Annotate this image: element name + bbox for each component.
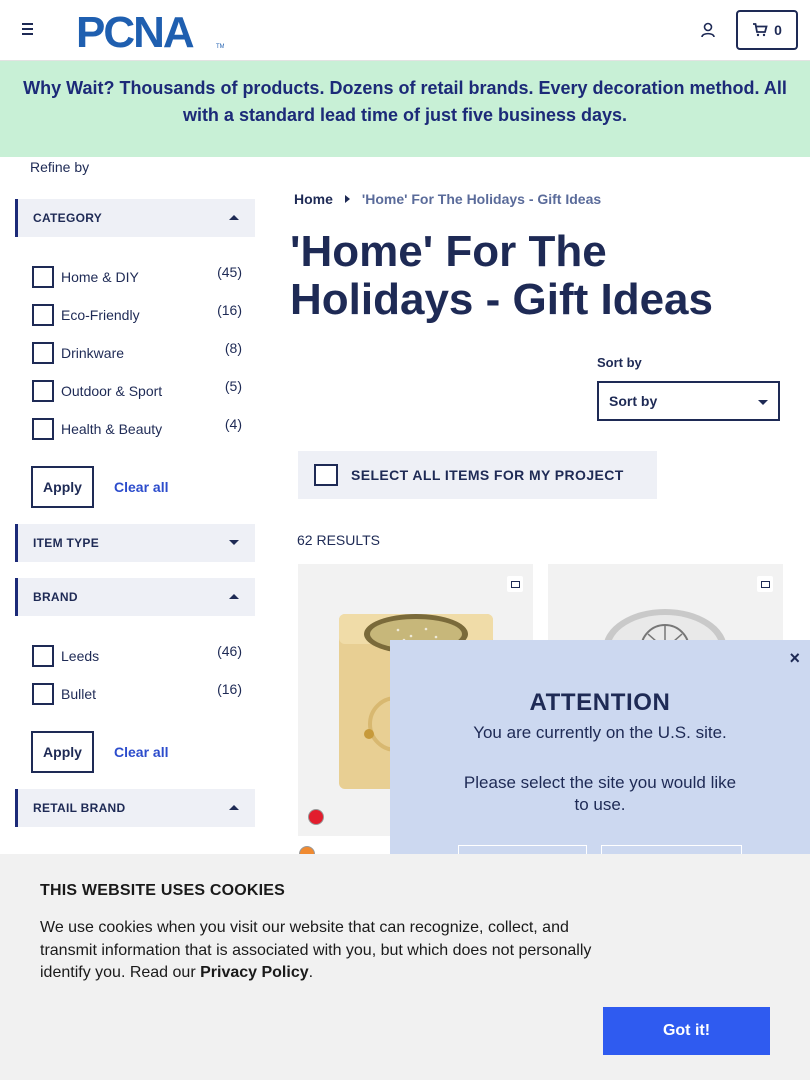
svg-text:PCNA: PCNA bbox=[76, 10, 194, 50]
cookie-title: THIS WEBSITE USES COOKIES bbox=[40, 882, 286, 899]
privacy-policy-link[interactable]: Privacy Policy bbox=[200, 964, 309, 981]
breadcrumb-current: 'Home' For The Holidays - Gift Ideas bbox=[361, 191, 602, 207]
breadcrumb-home-link[interactable]: Home bbox=[294, 191, 333, 207]
got-it-button[interactable]: Got it! bbox=[603, 1007, 770, 1055]
option-count: (45) bbox=[217, 264, 242, 280]
checkbox[interactable] bbox=[32, 683, 54, 705]
sort-select-value: Sort by bbox=[609, 393, 658, 409]
option-label: Health & Beauty bbox=[61, 421, 163, 437]
site-header: PCNA TM 0 bbox=[0, 0, 810, 61]
option-label: Home & DIY bbox=[61, 269, 139, 285]
facet-category-header[interactable]: CATEGORY bbox=[15, 199, 255, 237]
checkbox[interactable] bbox=[32, 418, 54, 440]
facet-category-title: CATEGORY bbox=[33, 211, 103, 225]
cookie-body-suffix: . bbox=[308, 964, 314, 981]
option-label: Drinkware bbox=[61, 345, 125, 361]
caret-up-icon bbox=[229, 805, 239, 810]
caret-up-icon bbox=[229, 215, 239, 220]
category-option-drinkware[interactable]: Drinkware (8) bbox=[32, 340, 242, 364]
cart-icon bbox=[753, 23, 768, 37]
cart-count: 0 bbox=[774, 22, 782, 38]
results-count: 62 RESULTS bbox=[297, 532, 380, 548]
checkbox[interactable] bbox=[32, 266, 54, 288]
option-label: Leeds bbox=[61, 648, 100, 664]
facet-retail-brand-header[interactable]: RETAIL BRAND bbox=[15, 789, 255, 827]
chevron-down-icon bbox=[758, 400, 768, 405]
breadcrumb-arrow-icon bbox=[344, 195, 350, 203]
facet-retail-brand-title: RETAIL BRAND bbox=[33, 801, 126, 815]
caret-up-icon bbox=[229, 594, 239, 599]
modal-message: You are currently on the U.S. site. bbox=[473, 723, 727, 742]
facet-brand-title: BRAND bbox=[33, 590, 78, 604]
add-to-project-icon[interactable] bbox=[757, 576, 773, 592]
cart-button[interactable]: 0 bbox=[736, 10, 798, 50]
option-label: Eco-Friendly bbox=[61, 307, 140, 323]
option-count: (16) bbox=[217, 681, 242, 697]
cookie-body: We use cookies when you visit our websit… bbox=[40, 917, 610, 985]
color-swatch-red[interactable] bbox=[308, 809, 324, 825]
category-option-health-beauty[interactable]: Health & Beauty (4) bbox=[32, 416, 242, 440]
select-all-label: SELECT ALL ITEMS FOR MY PROJECT bbox=[351, 467, 624, 483]
option-label: Outdoor & Sport bbox=[61, 383, 163, 399]
caret-down-icon bbox=[229, 540, 239, 545]
checkbox[interactable] bbox=[32, 304, 54, 326]
promo-text: Why Wait? Thousands of products. Dozens … bbox=[23, 78, 787, 125]
sort-select[interactable]: Sort by bbox=[597, 381, 780, 421]
category-clear-all-link[interactable]: Clear all bbox=[114, 479, 168, 495]
category-apply-button[interactable]: Apply bbox=[31, 466, 94, 508]
option-count: (16) bbox=[217, 302, 242, 318]
sort-label: Sort by bbox=[597, 355, 642, 370]
site-selection-modal: × ATTENTION You are currently on the U.S… bbox=[390, 640, 810, 885]
option-count: (8) bbox=[224, 340, 242, 356]
cookie-body-text: We use cookies when you visit our websit… bbox=[40, 919, 592, 981]
facet-brand-header[interactable]: BRAND bbox=[15, 578, 255, 616]
brand-option-leeds[interactable]: Leeds (46) bbox=[32, 643, 242, 667]
hamburger-menu-icon[interactable] bbox=[18, 20, 40, 40]
checkbox[interactable] bbox=[32, 380, 54, 402]
add-to-project-icon[interactable] bbox=[507, 576, 523, 592]
modal-instruction: Please select the site you would like to… bbox=[463, 773, 737, 814]
close-icon[interactable]: × bbox=[789, 648, 800, 669]
brand-option-bullet[interactable]: Bullet (16) bbox=[32, 681, 242, 705]
facet-item-type-header[interactable]: ITEM TYPE bbox=[15, 524, 255, 562]
category-option-home-diy[interactable]: Home & DIY (45) bbox=[32, 264, 242, 288]
option-count: (46) bbox=[217, 643, 242, 659]
option-count: (4) bbox=[224, 416, 242, 432]
facet-item-type-title: ITEM TYPE bbox=[33, 536, 100, 550]
option-label: Bullet bbox=[61, 686, 97, 702]
brand-clear-all-link[interactable]: Clear all bbox=[114, 744, 168, 760]
promo-banner: Why Wait? Thousands of products. Dozens … bbox=[0, 61, 810, 157]
category-option-outdoor-sport[interactable]: Outdoor & Sport (5) bbox=[32, 378, 242, 402]
page-title: 'Home' For The Holidays - Gift Ideas bbox=[290, 227, 713, 324]
modal-title: ATTENTION bbox=[529, 689, 671, 716]
brand-apply-button[interactable]: Apply bbox=[31, 731, 94, 773]
checkbox[interactable] bbox=[32, 645, 54, 667]
category-option-eco-friendly[interactable]: Eco-Friendly (16) bbox=[32, 302, 242, 326]
select-all-checkbox[interactable] bbox=[314, 464, 338, 486]
select-all-items-bar[interactable]: SELECT ALL ITEMS FOR MY PROJECT bbox=[298, 451, 657, 499]
breadcrumb: Home 'Home' For The Holidays - Gift Idea… bbox=[294, 191, 601, 207]
account-icon[interactable] bbox=[699, 21, 717, 39]
pcna-logo[interactable]: PCNA TM bbox=[76, 10, 224, 50]
svg-text:TM: TM bbox=[216, 44, 224, 50]
refine-by-label: Refine by bbox=[30, 159, 90, 175]
option-count: (5) bbox=[224, 378, 242, 394]
checkbox[interactable] bbox=[32, 342, 54, 364]
cookie-banner: THIS WEBSITE USES COOKIES We use cookies… bbox=[0, 854, 810, 1080]
